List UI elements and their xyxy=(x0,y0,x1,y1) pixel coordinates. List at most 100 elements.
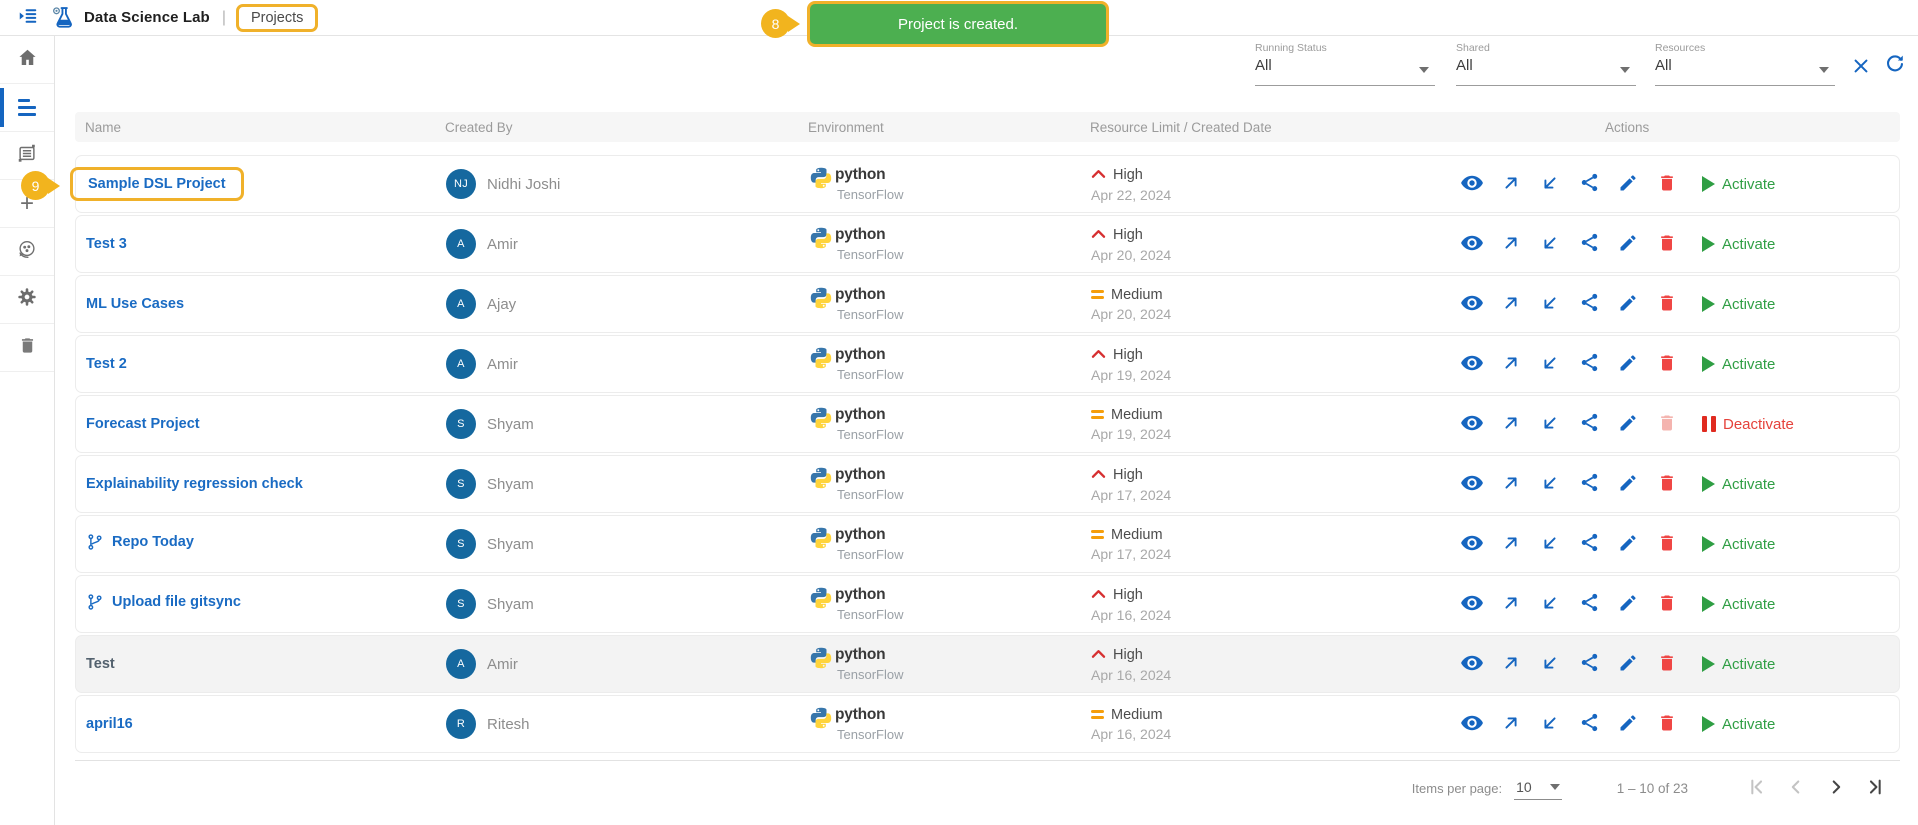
project-name-link[interactable]: april16 xyxy=(86,716,133,732)
breadcrumb-projects[interactable]: Projects xyxy=(236,4,318,32)
import-button[interactable] xyxy=(1538,232,1562,256)
open-external-button[interactable] xyxy=(1499,532,1523,556)
edit-button[interactable] xyxy=(1616,592,1640,616)
view-button[interactable] xyxy=(1460,592,1484,616)
activate-button[interactable]: Activate xyxy=(1702,236,1775,253)
delete-button[interactable] xyxy=(1655,532,1679,556)
resources-filter[interactable]: Resources All xyxy=(1655,42,1835,86)
edit-button[interactable] xyxy=(1616,532,1640,556)
import-button[interactable] xyxy=(1538,352,1562,376)
import-button[interactable] xyxy=(1538,532,1562,556)
open-external-button[interactable] xyxy=(1499,232,1523,256)
project-name-link[interactable]: Test 2 xyxy=(86,356,127,372)
sidebar-item-projects-list[interactable] xyxy=(0,84,54,132)
activate-button[interactable]: Activate xyxy=(1702,176,1775,193)
edit-button[interactable] xyxy=(1616,232,1640,256)
activate-button[interactable]: Activate xyxy=(1702,716,1775,733)
delete-button[interactable] xyxy=(1655,352,1679,376)
share-button[interactable] xyxy=(1577,472,1601,496)
import-button[interactable] xyxy=(1538,412,1562,436)
project-name-link[interactable]: Explainability regression check xyxy=(86,476,303,492)
share-button[interactable] xyxy=(1577,712,1601,736)
open-external-button[interactable] xyxy=(1499,592,1523,616)
running-status-filter[interactable]: Running Status All xyxy=(1255,42,1435,86)
sidebar-item-settings[interactable] xyxy=(0,276,54,324)
delete-button[interactable] xyxy=(1655,292,1679,316)
edit-button[interactable] xyxy=(1616,292,1640,316)
view-button[interactable] xyxy=(1460,172,1484,196)
edit-button[interactable] xyxy=(1616,412,1640,436)
open-external-button[interactable] xyxy=(1499,412,1523,436)
edit-button[interactable] xyxy=(1616,712,1640,736)
project-name-link[interactable]: Test 3 xyxy=(86,236,127,252)
first-page-button[interactable] xyxy=(1736,775,1776,803)
project-name-link[interactable]: Upload file gitsync xyxy=(112,594,241,610)
share-button[interactable] xyxy=(1577,592,1601,616)
creator-cell: R Ritesh xyxy=(441,709,801,739)
next-page-button[interactable] xyxy=(1816,775,1856,803)
delete-button[interactable] xyxy=(1655,592,1679,616)
delete-button[interactable] xyxy=(1655,652,1679,676)
share-button[interactable] xyxy=(1577,172,1601,196)
import-button[interactable] xyxy=(1538,652,1562,676)
open-external-button[interactable] xyxy=(1499,472,1523,496)
sidebar-item-experiments[interactable] xyxy=(0,228,54,276)
project-name-link[interactable]: ML Use Cases xyxy=(86,296,184,312)
open-external-button[interactable] xyxy=(1499,652,1523,676)
share-button[interactable] xyxy=(1577,652,1601,676)
view-button[interactable] xyxy=(1460,352,1484,376)
view-button[interactable] xyxy=(1460,532,1484,556)
edit-button[interactable] xyxy=(1616,472,1640,496)
last-page-button[interactable] xyxy=(1856,775,1896,803)
activate-button[interactable]: Activate xyxy=(1702,656,1775,673)
activate-button[interactable]: Activate xyxy=(1702,356,1775,373)
view-button[interactable] xyxy=(1460,712,1484,736)
open-external-button[interactable] xyxy=(1499,712,1523,736)
import-button[interactable] xyxy=(1538,172,1562,196)
edit-button[interactable] xyxy=(1616,352,1640,376)
share-button[interactable] xyxy=(1577,412,1601,436)
sidebar-item-trash[interactable] xyxy=(0,324,54,372)
share-button[interactable] xyxy=(1577,292,1601,316)
view-button[interactable] xyxy=(1460,412,1484,436)
activate-button[interactable]: Activate xyxy=(1702,596,1775,613)
import-button[interactable] xyxy=(1538,592,1562,616)
sidebar-toggle-button[interactable] xyxy=(16,6,40,30)
avatar-initials: A xyxy=(457,358,465,370)
project-name-link[interactable]: Forecast Project xyxy=(86,416,200,432)
open-external-button[interactable] xyxy=(1499,292,1523,316)
import-button[interactable] xyxy=(1538,712,1562,736)
refresh-button[interactable] xyxy=(1882,52,1908,78)
view-button[interactable] xyxy=(1460,292,1484,316)
project-name-link[interactable]: Test xyxy=(86,656,115,672)
delete-button[interactable] xyxy=(1655,712,1679,736)
delete-button[interactable] xyxy=(1655,472,1679,496)
view-button[interactable] xyxy=(1460,232,1484,256)
open-external-button[interactable] xyxy=(1499,172,1523,196)
view-button[interactable] xyxy=(1460,472,1484,496)
project-name-link[interactable]: Sample DSL Project xyxy=(88,176,226,192)
avatar: NJ xyxy=(446,169,476,199)
activate-button[interactable]: Activate xyxy=(1702,296,1775,313)
share-button[interactable] xyxy=(1577,352,1601,376)
deactivate-button[interactable]: Deactivate xyxy=(1702,416,1794,433)
edit-button[interactable] xyxy=(1616,172,1640,196)
import-button[interactable] xyxy=(1538,292,1562,316)
open-external-button[interactable] xyxy=(1499,352,1523,376)
shared-filter[interactable]: Shared All xyxy=(1456,42,1636,86)
activate-button[interactable]: Activate xyxy=(1702,536,1775,553)
items-per-page-select[interactable]: 10 xyxy=(1514,777,1562,800)
sidebar-item-home[interactable] xyxy=(0,36,54,84)
edit-button[interactable] xyxy=(1616,652,1640,676)
import-button[interactable] xyxy=(1538,472,1562,496)
project-name-link[interactable]: Repo Today xyxy=(112,534,194,550)
clear-filters-button[interactable] xyxy=(1848,54,1874,80)
activate-button[interactable]: Activate xyxy=(1702,476,1775,493)
view-button[interactable] xyxy=(1460,652,1484,676)
delete-button[interactable] xyxy=(1655,232,1679,256)
delete-button[interactable] xyxy=(1655,172,1679,196)
previous-page-button[interactable] xyxy=(1776,775,1816,803)
share-button[interactable] xyxy=(1577,232,1601,256)
share-button[interactable] xyxy=(1577,532,1601,556)
delete-button[interactable] xyxy=(1655,412,1679,436)
